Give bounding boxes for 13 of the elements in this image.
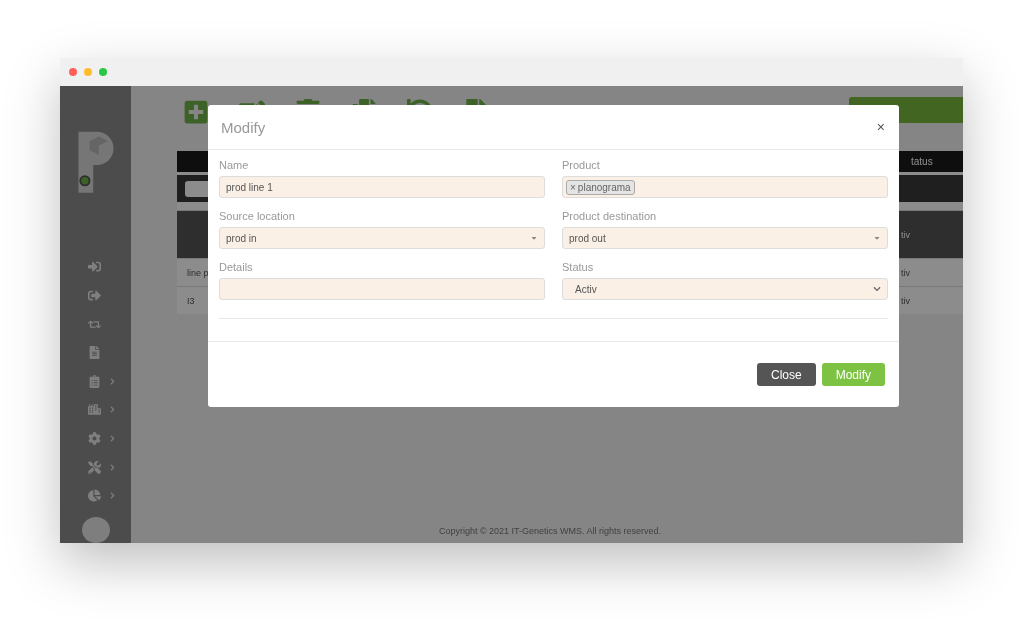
table-cell: I3 <box>187 295 195 306</box>
field-label: Product destination <box>562 210 658 222</box>
field-label: Product <box>562 159 601 171</box>
table-cell-text: tiv <box>901 229 911 240</box>
modal-title: Modify <box>221 118 266 136</box>
field-label: Details <box>219 261 254 273</box>
field-label: Status <box>562 261 595 273</box>
field-label: Name <box>219 159 250 171</box>
column-header: tatus <box>911 156 934 167</box>
field-label: Source location <box>219 210 296 222</box>
table-cell-text: tiv <box>901 295 911 306</box>
table-cell-text: tiv <box>901 267 911 278</box>
table-cell: line p <box>187 267 209 278</box>
